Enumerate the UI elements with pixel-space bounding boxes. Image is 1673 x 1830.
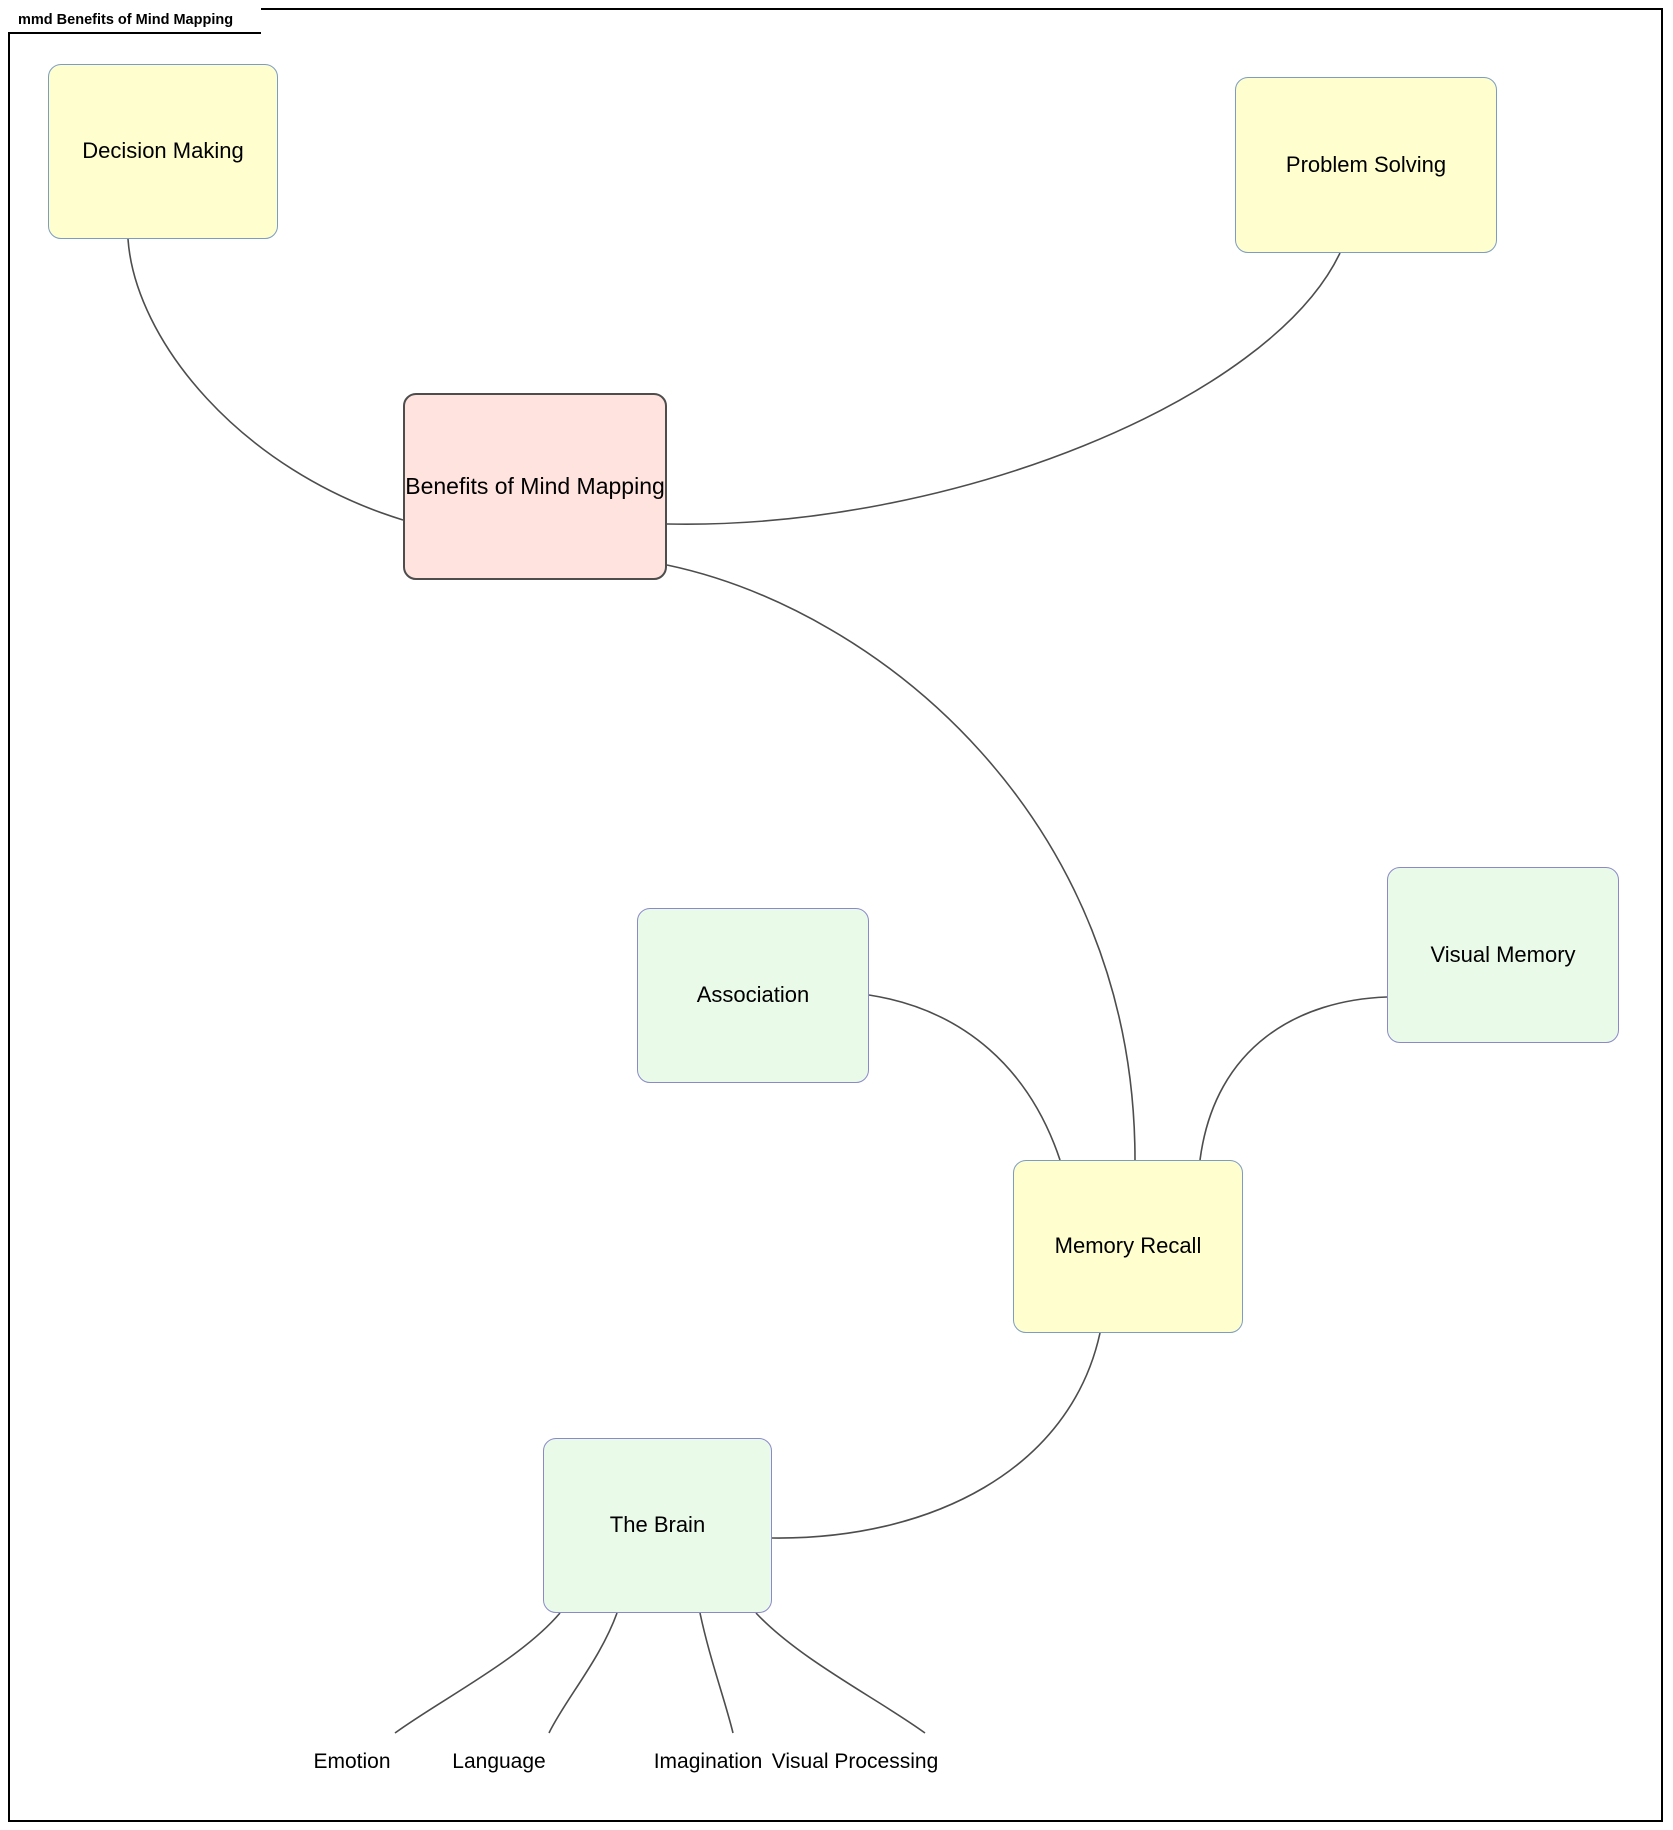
node-label-memory_recall: Memory Recall	[1054, 1233, 1202, 1259]
node-decision_making[interactable]: Decision Making	[48, 64, 278, 239]
leaf-label-visual_processing[interactable]: Visual Processing	[772, 1751, 939, 1772]
node-problem_solving[interactable]: Problem Solving	[1235, 77, 1497, 253]
node-the_brain[interactable]: The Brain	[543, 1438, 772, 1613]
leaf-label-language[interactable]: Language	[452, 1751, 545, 1772]
mindmap-canvas: mmd Benefits of Mind Mapping Benefits of…	[0, 0, 1673, 1830]
frame-title-tab-body: mmd Benefits of Mind Mapping	[8, 8, 240, 34]
leaf-label-imagination[interactable]: Imagination	[654, 1751, 763, 1772]
frame-title-tab: mmd Benefits of Mind Mapping	[8, 8, 262, 34]
node-label-visual_memory: Visual Memory	[1430, 941, 1576, 967]
frame-title-label: mmd Benefits of Mind Mapping	[18, 11, 234, 28]
node-association[interactable]: Association	[637, 908, 869, 1083]
leaf-label-emotion[interactable]: Emotion	[313, 1751, 390, 1772]
node-visual_memory[interactable]: Visual Memory	[1387, 867, 1619, 1043]
node-label-association: Association	[696, 982, 810, 1008]
node-label-root: Benefits of Mind Mapping	[405, 472, 665, 499]
frame-title-tab-fold-icon	[239, 8, 261, 34]
node-root[interactable]: Benefits of Mind Mapping	[403, 393, 667, 580]
node-memory_recall[interactable]: Memory Recall	[1013, 1160, 1243, 1333]
node-label-the_brain: The Brain	[609, 1512, 706, 1538]
node-label-decision_making: Decision Making	[82, 138, 244, 164]
node-label-problem_solving: Problem Solving	[1285, 151, 1447, 177]
